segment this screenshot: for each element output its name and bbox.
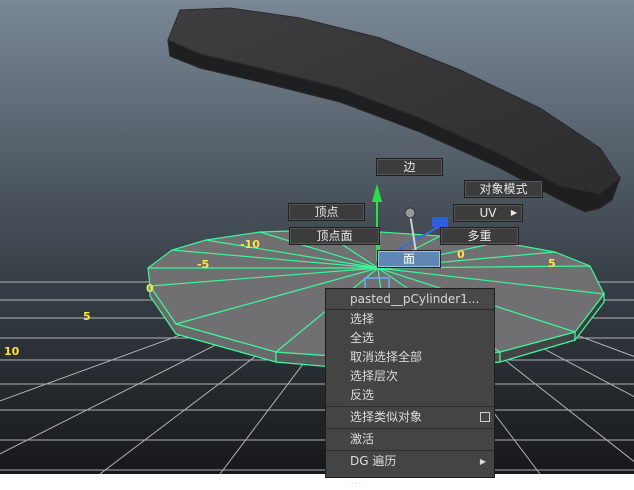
option-box-icon[interactable] — [480, 412, 490, 422]
marking-menu-object-mode[interactable]: 对象模式 — [464, 180, 543, 198]
menu-divider — [326, 450, 494, 451]
marking-menu-edge[interactable]: 边 — [376, 158, 443, 176]
menu-item-dg-traverse[interactable]: DG 遍历 ▶ — [326, 452, 494, 471]
menu-divider — [326, 428, 494, 429]
menu-item-activate[interactable]: 激活 — [326, 430, 494, 449]
menu-divider — [326, 406, 494, 407]
context-menu-header: pasted__pCylinder1... — [326, 289, 494, 310]
submenu-arrow-icon: ▶ — [510, 208, 517, 217]
menu-item-select-hierarchy[interactable]: 选择层次 — [326, 367, 494, 386]
grid-label: 5 — [548, 257, 556, 270]
grid-label: -5 — [197, 258, 210, 271]
marking-menu-multi[interactable]: 多重 — [440, 227, 519, 245]
menu-item-dg-traverse-label: DG 遍历 — [350, 454, 397, 468]
menu-item-invert-selection[interactable]: 反选 — [326, 386, 494, 405]
menu-item-select-similar[interactable]: 选择类似对象 — [326, 408, 494, 427]
grid-label: 10 — [4, 345, 20, 358]
context-menu: pasted__pCylinder1... 选择 全选 取消选择全部 选择层次 … — [325, 288, 495, 487]
grid-label: 5 — [83, 310, 91, 323]
grid-label: 0 — [457, 248, 465, 261]
marking-menu-vertex[interactable]: 顶点 — [288, 203, 365, 221]
menu-item-select-all[interactable]: 全选 — [326, 329, 494, 348]
marking-menu-face[interactable]: 面 — [377, 250, 441, 268]
marking-menu-uv[interactable]: UV ▶ — [453, 204, 523, 222]
marking-menu-uv-label: UV — [479, 206, 497, 220]
grid-label: 0 — [146, 282, 154, 295]
menu-item-select-similar-label: 选择类似对象 — [350, 410, 423, 424]
grid-label: -10 — [240, 238, 260, 251]
menu-item-deselect-all[interactable]: 取消选择全部 — [326, 348, 494, 367]
marking-menu-vertex-face[interactable]: 顶点面 — [289, 227, 380, 245]
submenu-arrow-icon: ▶ — [479, 457, 486, 466]
menu-item-select[interactable]: 选择 — [326, 310, 494, 329]
